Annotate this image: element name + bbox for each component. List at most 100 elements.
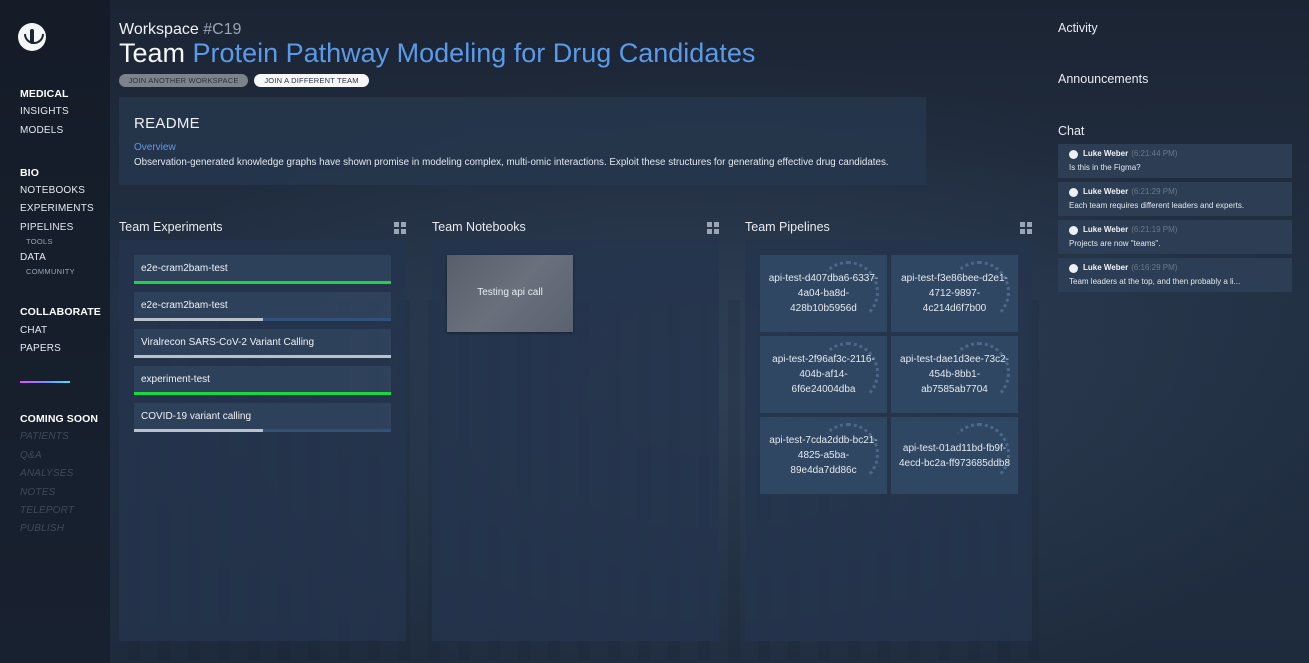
progress-bar: [134, 429, 391, 432]
nav-item-papers[interactable]: PAPERS: [20, 343, 61, 354]
avatar: [1069, 188, 1078, 197]
nav-heading-coming-soon: COMING SOON: [20, 413, 99, 425]
chat-heading[interactable]: Chat: [1058, 124, 1084, 138]
notebooks-title: Team Notebooks: [432, 220, 526, 234]
notebooks-panel: Testing api call: [432, 240, 719, 641]
chat-user-name: Luke Weber: [1083, 263, 1129, 272]
pipeline-name-line: 404b-af14-: [799, 369, 848, 380]
workspace-label: Workspace #C19: [119, 21, 241, 39]
team-label: Team: [119, 38, 186, 68]
chat-time: (6:21:44 PM): [1131, 149, 1178, 158]
experiment-name: experiment-test: [141, 374, 210, 385]
progress-bar: [134, 281, 391, 284]
pipeline-name-line: ab7585ab7704: [921, 384, 988, 395]
progress-bar: [134, 355, 391, 358]
pipeline-name: api-test-d407dba6-6337- 4a04-ba8d- 428b1…: [764, 271, 883, 316]
team-name: Protein Pathway Modeling for Drug Candid…: [192, 38, 756, 68]
nav-item-pipelines[interactable]: PIPELINES: [20, 222, 74, 233]
chat-text: Projects are now "teams".: [1069, 239, 1161, 248]
experiment-name: e2e-cram2bam-test: [141, 263, 228, 274]
nav-item-insights[interactable]: INSIGHTS: [20, 106, 69, 117]
pipeline-card[interactable]: api-test-7cda2ddb-bc21- 4825-a5ba- 89e4d…: [760, 417, 887, 494]
experiment-item[interactable]: experiment-test: [134, 366, 391, 395]
chat-time: (6:16:29 PM): [1131, 263, 1178, 272]
left-nav: MEDICAL INSIGHTS MODELS BIO NOTEBOOKS EX…: [0, 0, 110, 663]
experiment-item[interactable]: COVID-19 variant calling: [134, 403, 391, 432]
nav-item-experiments[interactable]: EXPERIMENTS: [20, 203, 94, 214]
pipeline-card[interactable]: api-test-2f96af3c-2116- 404b-af14- 6f6e2…: [760, 336, 887, 413]
pipeline-name-line: 4712-9897-: [928, 288, 981, 299]
pipeline-name-line: 89e4da7dd86c: [790, 465, 857, 476]
pipeline-card[interactable]: api-test-dae1d3ee-73c2- 454b-8bb1- ab758…: [891, 336, 1018, 413]
nav-subitem-tools[interactable]: TOOLS: [26, 237, 53, 246]
pipelines-panel: api-test-d407dba6-6337- 4a04-ba8d- 428b1…: [745, 240, 1032, 641]
readme-section-link[interactable]: Overview: [134, 142, 176, 153]
pipeline-card[interactable]: api-test-f3e86bee-d2e1- 4712-9897- 4c214…: [891, 255, 1018, 332]
join-workspace-button[interactable]: JOIN ANOTHER WORKSPACE: [119, 74, 248, 87]
experiments-title: Team Experiments: [119, 220, 223, 234]
chat-text: Each team requires different leaders and…: [1069, 201, 1245, 210]
pipeline-name-line: 4ecd-bc2a-ff973685ddb8: [898, 458, 1011, 469]
pipeline-name-line: api-test-2f96af3c-2116-: [772, 354, 875, 365]
workspace-label-text: Workspace: [119, 21, 199, 38]
nav-subitem-community[interactable]: COMMUNITY: [26, 267, 75, 276]
chat-user: Luke Weber (6:21:29 PM): [1083, 187, 1177, 196]
chat-message[interactable]: Luke Weber (6:21:19 PM) Projects are now …: [1058, 220, 1292, 254]
page-title: Team Protein Pathway Modeling for Drug C…: [119, 38, 755, 69]
nav-item-patients: PATIENTS: [20, 431, 70, 442]
grid-icon[interactable]: [707, 222, 719, 234]
nav-item-models[interactable]: MODELS: [20, 125, 63, 136]
progress-fill: [134, 281, 391, 284]
nav-item-chat[interactable]: CHAT: [20, 325, 47, 336]
chat-message[interactable]: Luke Weber (6:16:29 PM) Team leaders at t…: [1058, 258, 1292, 292]
announcements-heading[interactable]: Announcements: [1058, 72, 1148, 86]
join-team-button[interactable]: JOIN A DIFFERENT TEAM: [254, 74, 369, 87]
pipeline-card[interactable]: api-test-01ad11bd-fb9f- 4ecd-bc2a-ff9736…: [891, 417, 1018, 494]
experiment-name: COVID-19 variant calling: [141, 411, 252, 422]
nav-heading-medical[interactable]: MEDICAL: [20, 88, 69, 100]
grid-icon[interactable]: [394, 222, 406, 234]
experiment-item[interactable]: e2e-cram2bam-test: [134, 292, 391, 321]
pipeline-name-line: api-test-dae1d3ee-73c2-: [900, 354, 1009, 365]
chat-time: (6:21:29 PM): [1131, 187, 1178, 196]
pipeline-name-line: api-test-f3e86bee-d2e1-: [901, 273, 1008, 284]
nav-item-notes: NOTES: [20, 487, 56, 498]
chat-text: Team leaders at the top, and then probab…: [1069, 277, 1241, 286]
experiment-name: e2e-cram2bam-test: [141, 300, 228, 311]
avatar: [1069, 226, 1078, 235]
nav-item-notebooks[interactable]: NOTEBOOKS: [20, 185, 85, 196]
experiment-item[interactable]: Viralrecon SARS-CoV-2 Variant Calling: [134, 329, 391, 358]
pipeline-name-line: 4825-a5ba-: [797, 450, 850, 461]
chat-time: (6:21:19 PM): [1131, 225, 1178, 234]
notebook-card[interactable]: Testing api call: [447, 255, 573, 332]
experiments-panel: e2e-cram2bam-test e2e-cram2bam-test Vira…: [119, 240, 406, 641]
pipeline-card[interactable]: api-test-d407dba6-6337- 4a04-ba8d- 428b1…: [760, 255, 887, 332]
nav-item-data[interactable]: DATA: [20, 252, 46, 263]
logo-icon[interactable]: [18, 23, 46, 51]
nav-divider: [20, 381, 70, 383]
pipeline-name-line: 454b-8bb1-: [928, 369, 981, 380]
nav-heading-collaborate[interactable]: COLLABORATE: [20, 306, 101, 318]
chat-user-name: Luke Weber: [1083, 187, 1129, 196]
experiment-name: Viralrecon SARS-CoV-2 Variant Calling: [141, 337, 315, 348]
progress-bar: [134, 318, 391, 321]
pipelines-title: Team Pipelines: [745, 220, 830, 234]
chat-message[interactable]: Luke Weber (6:21:29 PM) Each team require…: [1058, 182, 1292, 216]
nav-item-publish: PUBLISH: [20, 523, 65, 534]
nav-heading-bio[interactable]: BIO: [20, 167, 39, 179]
progress-fill: [134, 355, 391, 358]
nav-item-analyses: ANALYSES: [20, 468, 74, 479]
experiment-item[interactable]: e2e-cram2bam-test: [134, 255, 391, 284]
pipeline-name-line: api-test-7cda2ddb-bc21-: [769, 435, 878, 446]
pipeline-name: api-test-dae1d3ee-73c2- 454b-8bb1- ab758…: [895, 352, 1014, 397]
activity-heading[interactable]: Activity: [1058, 21, 1098, 35]
grid-icon[interactable]: [1020, 222, 1032, 234]
chat-message[interactable]: Luke Weber (6:21:44 PM) Is this in the Fi…: [1058, 144, 1292, 178]
pipeline-name-line: api-test-01ad11bd-fb9f-: [902, 443, 1007, 454]
pipeline-name-line: api-test-d407dba6-6337-: [768, 273, 879, 284]
notebook-name: Testing api call: [477, 287, 543, 298]
pipeline-name: api-test-f3e86bee-d2e1- 4712-9897- 4c214…: [895, 271, 1014, 316]
readme-text: Observation-generated knowledge graphs h…: [134, 157, 889, 168]
chat-user: Luke Weber (6:21:19 PM): [1083, 225, 1177, 234]
pipeline-name: api-test-2f96af3c-2116- 404b-af14- 6f6e2…: [764, 352, 883, 397]
